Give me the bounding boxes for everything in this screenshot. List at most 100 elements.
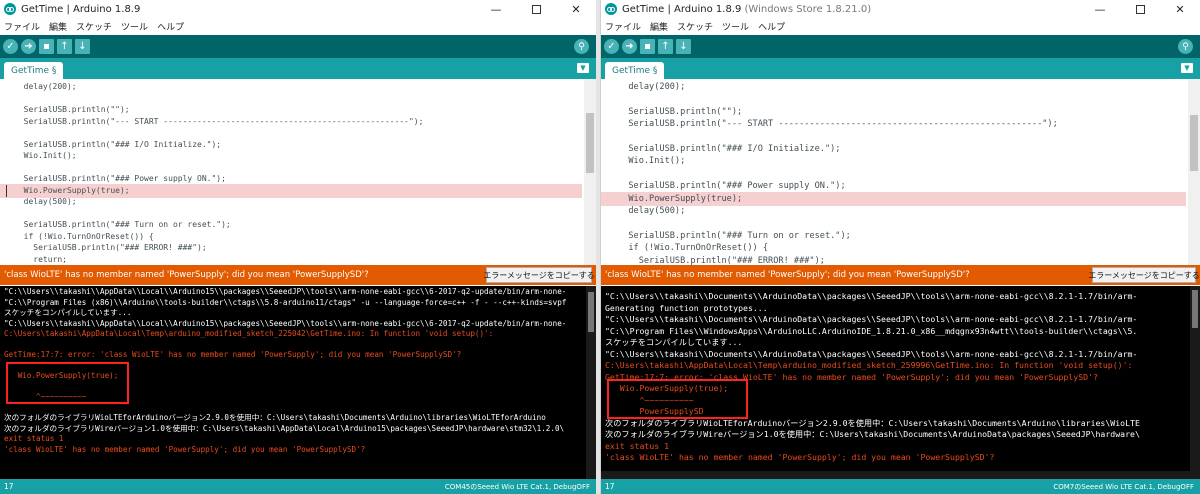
menu-edit[interactable]: 編集 — [650, 20, 668, 33]
window-title: GetTime | Arduino 1.8.9 — [21, 3, 141, 15]
maximize-icon — [531, 4, 541, 14]
tab-gettime[interactable]: GetTime § — [4, 62, 64, 79]
minimize-icon: — — [1094, 2, 1106, 16]
console-scroll-thumb[interactable] — [588, 292, 594, 332]
new-sketch-button[interactable]: ▪ — [39, 39, 54, 54]
menu-edit[interactable]: 編集 — [49, 20, 67, 33]
menu-bar: ファイル 編集 スケッチ ツール ヘルプ — [0, 18, 596, 34]
new-sketch-button[interactable]: ▪ — [640, 39, 655, 54]
console-output[interactable]: "C:\\Users\\takashi\\AppData\\Local\\Ard… — [0, 286, 596, 479]
console-scrollbar[interactable] — [586, 286, 596, 479]
status-bar: 17 COM7のSeeed Wio LTE Cat.1, DebugOFF — [601, 479, 1200, 494]
line-number: 17 — [605, 482, 615, 491]
upload-button[interactable]: ➜ — [622, 39, 637, 54]
tab-menu-button[interactable]: ▼ — [577, 63, 589, 73]
console-line: "C:\\Users\\takashi\\Documents\\ArduinoD… — [605, 291, 1138, 301]
verify-button[interactable]: ✓ — [604, 39, 619, 54]
code-editor[interactable]: delay(200); SerialUSB.println(""); Seria… — [601, 79, 1200, 265]
console-line: Wio.PowerSupply(true); — [605, 383, 729, 393]
error-bar: 'class WioLTE' has no member named 'Powe… — [0, 265, 596, 285]
serial-monitor-button[interactable]: ⚲ — [1178, 39, 1193, 54]
menu-file[interactable]: ファイル — [605, 20, 641, 33]
menu-help[interactable]: ヘルプ — [157, 20, 184, 33]
menu-sketch[interactable]: スケッチ — [677, 20, 713, 33]
arrow-up-icon: ↑ — [661, 40, 670, 52]
console-output[interactable]: "C:\\Users\\takashi\\Documents\\ArduinoD… — [601, 286, 1200, 479]
checkmark-icon: ✓ — [607, 40, 616, 52]
board-info: COM7のSeeed Wio LTE Cat.1, DebugOFF — [1053, 482, 1194, 491]
toolbar: ✓ ➜ ▪ ↑ ↓ ⚲ — [601, 35, 1200, 58]
menu-tools[interactable]: ツール — [722, 20, 749, 33]
error-message: 'class WioLTE' has no member named 'Powe… — [605, 270, 970, 280]
editor-scrollbar[interactable] — [1188, 79, 1200, 265]
minimize-button[interactable]: — — [1080, 0, 1120, 18]
close-button[interactable]: ✕ — [556, 0, 596, 18]
console-line: Generating function prototypes... — [605, 302, 768, 313]
tab-strip: GetTime § ▼ — [0, 58, 596, 79]
tab-menu-button[interactable]: ▼ — [1181, 63, 1193, 73]
arduino-window-left: GetTime | Arduino 1.8.9 — ✕ ファイル 編集 スケッチ… — [0, 0, 596, 494]
console-line: 次のフォルダのライブラリWireバージョン1.0を使用中：C:\Users\ta… — [605, 429, 1140, 439]
title-bar[interactable]: GetTime | Arduino 1.8.9 (Windows Store 1… — [601, 0, 1200, 18]
open-button[interactable]: ↑ — [658, 39, 673, 54]
maximize-icon — [1135, 4, 1145, 14]
console-line: スケッチをコンパイルしています... — [605, 337, 743, 347]
open-button[interactable]: ↑ — [57, 39, 72, 54]
serial-monitor-button[interactable]: ⚲ — [574, 39, 589, 54]
console-hscrollbar[interactable] — [601, 471, 1190, 479]
magnifier-icon: ⚲ — [578, 41, 585, 52]
status-bar: 17 COM45のSeeed Wio LTE Cat.1, DebugOFF — [0, 479, 596, 494]
console-line: "C:\\Users\\takashi\\Documents\\ArduinoD… — [605, 314, 1138, 324]
chevron-down-icon: ▼ — [1184, 64, 1190, 72]
close-icon: ✕ — [1175, 2, 1185, 16]
error-message: 'class WioLTE' has no member named 'Powe… — [4, 270, 369, 280]
code-line: return; — [14, 254, 67, 264]
close-button[interactable]: ✕ — [1160, 0, 1200, 18]
copy-error-button[interactable]: エラーメッセージをコピーする — [483, 267, 595, 283]
new-file-icon: ▪ — [43, 40, 50, 52]
tab-strip: GetTime § ▼ — [601, 58, 1200, 79]
close-icon: ✕ — [571, 2, 581, 16]
arrow-right-icon: ➜ — [24, 40, 33, 52]
arduino-window-right: GetTime | Arduino 1.8.9 (Windows Store 1… — [600, 0, 1200, 494]
menu-tools[interactable]: ツール — [121, 20, 148, 33]
console-line: "C:\\Users\\takashi\\Documents\\ArduinoD… — [605, 348, 1138, 359]
editor-scroll-thumb[interactable] — [586, 113, 594, 173]
code-editor[interactable]: delay(200); SerialUSB.println(""); Seria… — [0, 79, 596, 265]
menu-sketch[interactable]: スケッチ — [76, 20, 112, 33]
checkmark-icon: ✓ — [6, 40, 15, 52]
arrow-down-icon: ↓ — [679, 40, 688, 52]
arduino-logo-icon — [605, 3, 617, 15]
menu-help[interactable]: ヘルプ — [758, 20, 785, 33]
toolbar: ✓ ➜ ▪ ↑ ↓ ⚲ — [0, 35, 596, 58]
console-line: 'class WioLTE' has no member named 'Powe… — [605, 452, 995, 462]
console-line: exit status 1 — [605, 440, 670, 451]
copy-error-button[interactable]: エラーメッセージをコピーする — [1088, 267, 1200, 283]
console-line: "C:\\Program Files\\WindowsApps\\Arduino… — [605, 325, 1138, 336]
editor-scrollbar[interactable] — [584, 79, 596, 265]
console-scroll-thumb[interactable] — [1192, 290, 1198, 328]
upload-button[interactable]: ➜ — [21, 39, 36, 54]
menu-bar: ファイル 編集 スケッチ ツール ヘルプ — [601, 18, 1200, 34]
chevron-down-icon: ▼ — [580, 64, 586, 72]
title-bar[interactable]: GetTime | Arduino 1.8.9 — ✕ — [0, 0, 596, 18]
save-button[interactable]: ↓ — [676, 39, 691, 54]
window-title: GetTime | Arduino 1.8.9 (Windows Store 1… — [622, 3, 872, 15]
line-number: 17 — [4, 482, 14, 491]
minimize-button[interactable]: — — [476, 0, 516, 18]
arrow-down-icon: ↓ — [78, 40, 87, 52]
console-line: 'class WioLTE' has no member named 'Powe… — [4, 444, 366, 454]
save-button[interactable]: ↓ — [75, 39, 90, 54]
arrow-right-icon: ➜ — [625, 40, 634, 52]
menu-file[interactable]: ファイル — [4, 20, 40, 33]
maximize-button[interactable] — [516, 0, 556, 18]
code-line: SerialUSB.println("### ERROR! ###"); — [618, 255, 825, 265]
console-line: C:\Users\takashi\AppData\Local\Temp\ardu… — [605, 360, 1133, 370]
new-file-icon: ▪ — [644, 40, 651, 52]
arrow-up-icon: ↑ — [60, 40, 69, 52]
maximize-button[interactable] — [1120, 0, 1160, 18]
verify-button[interactable]: ✓ — [3, 39, 18, 54]
console-scrollbar[interactable] — [1190, 286, 1200, 479]
editor-scroll-thumb[interactable] — [1190, 115, 1198, 171]
tab-gettime[interactable]: GetTime § — [605, 62, 665, 79]
